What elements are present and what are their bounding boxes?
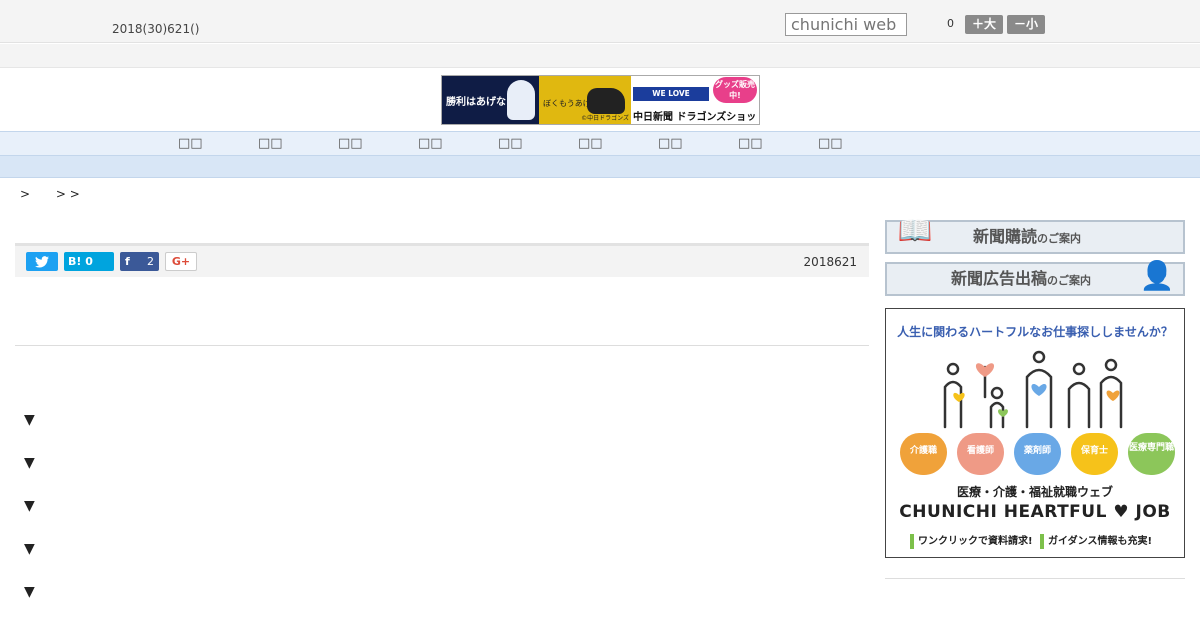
expand-arrow-3[interactable]: ▼ — [24, 498, 35, 514]
font-larger-button[interactable]: ＋大 — [965, 15, 1003, 34]
dragons-shop-banner[interactable]: 勝利はあげない ぼくもうあげる ©中日ドラゴンズ WE LOVE DRAGONS… — [441, 75, 760, 125]
dragons-shop-label: 中日新聞 ドラゴンズショップ — [633, 112, 757, 123]
ad-placement-tail: のご案内 — [1047, 274, 1092, 287]
twitter-icon — [35, 256, 49, 268]
heart-badge-2: 看護師 — [957, 433, 1004, 475]
bull-icon — [587, 88, 625, 114]
nav-item-6[interactable]: □□ — [578, 136, 603, 151]
facebook-share-button[interactable]: f 2 — [120, 252, 159, 271]
nav-item-2[interactable]: □□ — [258, 136, 283, 151]
facebook-icon: f — [125, 255, 130, 268]
ad-bullet-1: ワンクリックで資料請求! — [918, 536, 1033, 547]
banner-right-panel: WE LOVE DRAGONS 中日新聞 ドラゴンズショップ グッズ販売中! — [631, 76, 759, 124]
nav-item-1[interactable]: □□ — [178, 136, 203, 151]
ad-question: 人生に関わるハートフルなお仕事探ししませんか？ — [897, 325, 1173, 339]
ad-bullets: ワンクリックで資料請求! ガイダンス情報も充実! — [906, 532, 1152, 549]
font-size-count: 0 — [947, 17, 954, 30]
social-share-bar: B! 0 f 2 G+ 2018621 — [15, 243, 869, 277]
banner-copyright: ©中日ドラゴンズ — [581, 115, 629, 122]
sidebar-divider — [885, 578, 1185, 579]
nav-item-5[interactable]: □□ — [498, 136, 523, 151]
main-nav: □□ □□ □□ □□ □□ □□ □□ □□ □□ — [0, 131, 1200, 156]
breadcrumb: > > > — [20, 187, 88, 201]
ad-placement-guide-button[interactable]: 新聞広告出稿のご案内 👤 — [885, 259, 1185, 296]
sub-header-bar — [0, 44, 1200, 68]
book-icon: 📖 — [897, 214, 933, 247]
expand-arrow-1[interactable]: ▼ — [24, 412, 35, 428]
mascot-icon — [507, 80, 535, 120]
breadcrumb-sep-1[interactable]: > — [20, 187, 30, 201]
heart-badge-5: 医療専門職 — [1128, 433, 1175, 475]
nav-item-9[interactable]: □□ — [818, 136, 843, 151]
twitter-share-button[interactable] — [26, 252, 58, 271]
nav-item-8[interactable]: □□ — [738, 136, 763, 151]
ad-bullet-2: ガイダンス情報も充実! — [1048, 536, 1153, 547]
ad-placement-label: 新聞広告出稿 — [951, 269, 1048, 288]
search-input[interactable] — [785, 13, 907, 36]
family-illustration-icon — [943, 350, 1123, 429]
publish-date: 2018621 — [803, 255, 857, 269]
google-plus-button[interactable]: G+ — [165, 252, 197, 271]
banner-left-panel: 勝利はあげない — [442, 76, 539, 124]
goods-sale-badge: グッズ販売中! — [713, 77, 757, 103]
ad-brand: CHUNICHI HEARTFUL ♥ JOB — [899, 502, 1171, 522]
job-category-hearts: 介護職 看護師 薬剤師 保育士 医療専門職 — [900, 433, 1175, 475]
content-divider — [15, 345, 869, 346]
today-date: 2018(30)621() — [112, 22, 200, 36]
we-love-dragons-label: WE LOVE DRAGONS — [633, 87, 709, 112]
breadcrumb-sep-2[interactable]: > > — [56, 187, 80, 201]
heart-badge-1: 介護職 — [900, 433, 947, 475]
bullet-bar-icon — [910, 533, 914, 549]
expand-arrow-2[interactable]: ▼ — [24, 455, 35, 471]
sub-nav — [0, 156, 1200, 178]
expand-arrow-4[interactable]: ▼ — [24, 541, 35, 557]
nav-item-3[interactable]: □□ — [338, 136, 363, 151]
subscribe-guide-button[interactable]: 📖 新聞購読のご案内 — [885, 214, 1185, 254]
hatena-bookmark-button[interactable]: B! 0 — [64, 252, 114, 271]
subscribe-tail: のご案内 — [1037, 232, 1082, 245]
facebook-count: 2 — [147, 255, 154, 268]
top-bar: 2018(30)621() 0 ＋大 －小 — [0, 0, 1200, 43]
font-smaller-button[interactable]: －小 — [1007, 15, 1045, 34]
ad-subtitle: 医療・介護・福祉就職ウェブ — [956, 485, 1113, 499]
banner-middle-panel: ぼくもうあげる ©中日ドラゴンズ — [539, 76, 631, 124]
person-icon: 👤 — [1139, 259, 1175, 292]
heartful-job-ad[interactable]: 人生に関わるハートフルなお仕事探ししませんか？ 介護職 看護師 薬剤師 保育士 … — [885, 308, 1185, 558]
heart-badge-4: 保育士 — [1071, 433, 1118, 475]
subscribe-label: 新聞購読 — [973, 227, 1038, 246]
expand-arrow-5[interactable]: ▼ — [24, 584, 35, 600]
bullet-bar-icon — [1040, 533, 1045, 549]
heart-badge-3: 薬剤師 — [1014, 433, 1061, 475]
nav-item-7[interactable]: □□ — [658, 136, 683, 151]
nav-item-4[interactable]: □□ — [418, 136, 443, 151]
banner-slogan: 勝利はあげない — [446, 96, 516, 108]
